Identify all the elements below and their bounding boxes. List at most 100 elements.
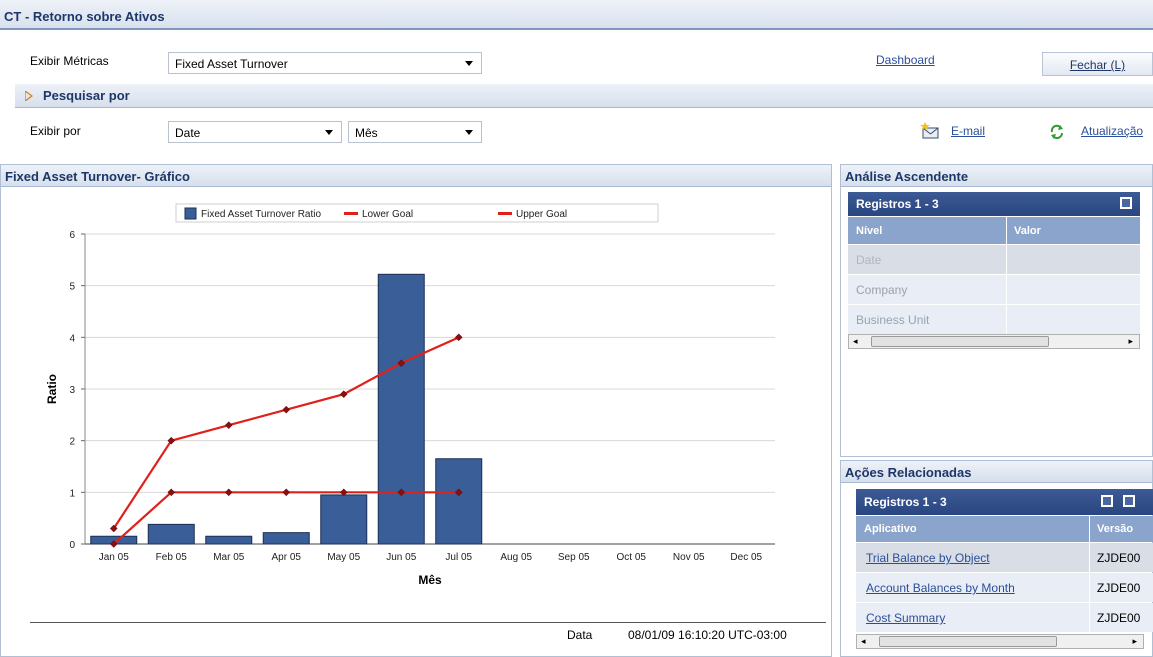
bar xyxy=(262,532,310,545)
metrics-select[interactable]: Fixed Asset Turnover xyxy=(168,52,482,74)
ascending-row-label: Company xyxy=(856,283,908,297)
export-icon[interactable] xyxy=(1101,495,1113,507)
ascending-row[interactable]: Date xyxy=(848,245,1140,274)
date-label: Data xyxy=(567,628,593,642)
legend-label: Fixed Asset Turnover Ratio xyxy=(201,209,321,220)
data-point xyxy=(282,405,291,414)
dashboard-link[interactable]: Dashboard xyxy=(876,53,935,67)
bar xyxy=(205,535,253,545)
related-version: ZJDE00 xyxy=(1097,611,1141,625)
ascending-col-header: Nível Valor xyxy=(848,217,1140,244)
ascending-row[interactable]: Business Unit xyxy=(848,305,1140,334)
y-axis-title: Ratio xyxy=(45,374,59,404)
data-point xyxy=(224,421,233,430)
ascending-title: Análise Ascendente xyxy=(845,169,969,184)
col-version: Versão xyxy=(1097,523,1134,535)
x-tick-label: Feb 05 xyxy=(156,552,188,563)
related-col-header: Aplicativo Versão xyxy=(856,516,1153,542)
search-bar[interactable]: Pesquisar por xyxy=(15,84,1153,108)
bar xyxy=(435,458,483,545)
ascending-header: Análise Ascendente xyxy=(841,165,1152,187)
close-button[interactable]: Fechar (L) xyxy=(1042,52,1153,76)
data-point xyxy=(282,488,291,497)
x-tick-label: Jun 05 xyxy=(386,552,416,563)
legend-swatch xyxy=(184,207,197,220)
col-divider xyxy=(1006,217,1007,244)
chart-area: 0 1 2 3 4 5 6 Jan 05 Feb 05 Mar 05 Apr 05 May 05 Jun… xyxy=(45,203,775,587)
x-tick-label: Sep 05 xyxy=(558,552,590,563)
x-tick-label: Nov 05 xyxy=(673,552,705,563)
x-axis-title: Mês xyxy=(418,573,442,587)
data-point xyxy=(454,333,463,342)
chart-panel-header: Fixed Asset Turnover- Gráfico xyxy=(1,165,831,187)
chart-panel-title: Fixed Asset Turnover- Gráfico xyxy=(5,169,190,184)
related-version: ZJDE00 xyxy=(1097,551,1141,565)
related-version: ZJDE00 xyxy=(1097,581,1141,595)
view-by-label: Exibir por xyxy=(30,124,81,138)
data-point xyxy=(224,488,233,497)
window-title-bar: CT - Retorno sobre Ativos xyxy=(0,0,1153,30)
scroll-right-icon[interactable]: ▸ xyxy=(1132,636,1137,647)
related-row[interactable]: Trial Balance by Object ZJDE00 xyxy=(856,543,1153,572)
chart-footer-divider xyxy=(30,622,826,623)
related-row[interactable]: Cost Summary ZJDE00 xyxy=(856,603,1153,632)
scroll-thumb[interactable] xyxy=(871,336,1049,347)
bar xyxy=(320,494,368,545)
chevron-down-icon xyxy=(465,130,473,135)
x-tick-label: Mar 05 xyxy=(213,552,245,563)
y-tick-label: 6 xyxy=(69,230,75,241)
scroll-thumb[interactable] xyxy=(879,636,1057,647)
period-value: Mês xyxy=(355,126,378,140)
expand-arrow-icon[interactable] xyxy=(25,91,33,101)
scroll-left-icon[interactable]: ◂ xyxy=(861,636,866,647)
related-header: Ações Relacionadas xyxy=(841,461,1152,483)
scroll-left-icon[interactable]: ◂ xyxy=(853,336,858,347)
chevron-down-icon xyxy=(465,61,473,66)
ascending-row-label: Date xyxy=(856,253,882,267)
metrics-select-value: Fixed Asset Turnover xyxy=(175,57,288,71)
y-tick-label: 3 xyxy=(69,385,75,396)
ascending-records: Registros 1 - 3 xyxy=(856,197,939,211)
x-tick-label: Jan 05 xyxy=(99,552,129,563)
y-tick-label: 0 xyxy=(69,540,75,551)
x-tick-label: May 05 xyxy=(327,552,360,563)
ascending-row-label: Business Unit xyxy=(856,313,930,327)
related-row[interactable]: Account Balances by Month ZJDE00 xyxy=(856,573,1153,602)
x-tick-label: Oct 05 xyxy=(617,552,647,563)
y-tick-label: 4 xyxy=(69,333,75,344)
related-records: Registros 1 - 3 xyxy=(864,495,947,509)
x-tick-label: Jul 05 xyxy=(445,552,472,563)
search-label: Pesquisar por xyxy=(43,88,130,103)
x-tick-label: Aug 05 xyxy=(500,552,532,563)
ascending-scrollbar[interactable]: ◂ ▸ xyxy=(848,334,1140,349)
refresh-link[interactable]: Atualização xyxy=(1081,124,1143,138)
y-tick-label: 1 xyxy=(69,488,75,499)
y-tick-label: 2 xyxy=(69,437,75,448)
related-app-link[interactable]: Cost Summary xyxy=(866,611,945,625)
y-tick-label: 5 xyxy=(69,282,75,293)
refresh-icon[interactable] xyxy=(1049,124,1065,140)
maximize-icon[interactable] xyxy=(1120,197,1132,209)
chevron-down-icon xyxy=(325,130,333,135)
ascending-row[interactable]: Company xyxy=(848,275,1140,304)
col-value: Valor xyxy=(1014,225,1041,237)
related-scrollbar[interactable]: ◂ ▸ xyxy=(856,634,1144,649)
period-select[interactable]: Mês xyxy=(348,121,482,143)
email-icon[interactable] xyxy=(920,122,940,140)
col-level: Nível xyxy=(856,225,883,237)
related-app-link[interactable]: Account Balances by Month xyxy=(866,581,1015,595)
col-divider xyxy=(1089,516,1090,542)
ascending-grid-header: Registros 1 - 3 xyxy=(848,192,1140,216)
email-link[interactable]: E-mail xyxy=(951,124,985,138)
related-app-link[interactable]: Trial Balance by Object xyxy=(866,551,990,565)
date-value: 08/01/09 16:10:20 UTC-03:00 xyxy=(628,628,787,642)
bar xyxy=(147,523,195,545)
window-title: CT - Retorno sobre Ativos xyxy=(4,9,165,24)
view-by-select[interactable]: Date xyxy=(168,121,342,143)
maximize-icon[interactable] xyxy=(1123,495,1135,507)
scroll-right-icon[interactable]: ▸ xyxy=(1128,336,1133,347)
x-tick-label: Dec 05 xyxy=(730,552,762,563)
legend-label: Lower Goal xyxy=(362,209,413,220)
col-application: Aplicativo xyxy=(864,523,917,535)
related-grid-header: Registros 1 - 3 xyxy=(856,489,1153,515)
